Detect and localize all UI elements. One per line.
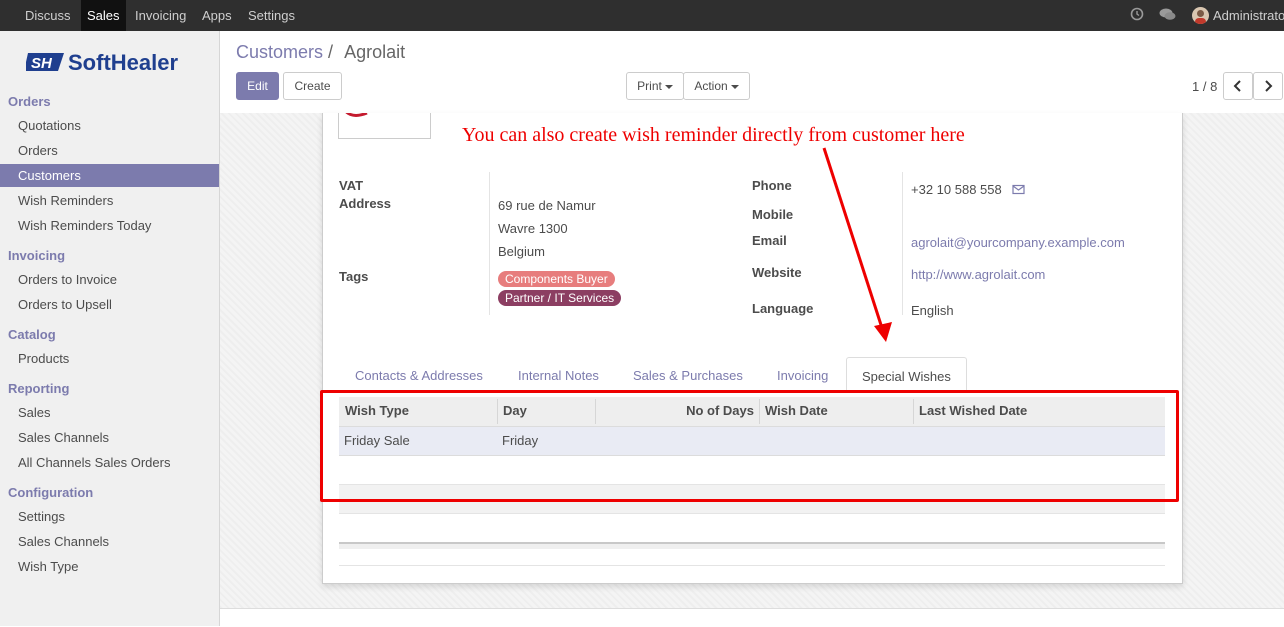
menu-apps[interactable]: Apps (196, 0, 238, 31)
print-dropdown[interactable]: Print (626, 72, 684, 100)
sidebar-section-catalog: Catalog (8, 327, 56, 342)
sidebar-item-orders[interactable]: Orders (0, 139, 219, 162)
top-navbar: Discuss Sales Invoicing Apps Settings Ad… (0, 0, 1284, 31)
sidebar-section-reporting: Reporting (8, 381, 70, 396)
activity-clock-icon[interactable] (1130, 7, 1144, 24)
sidebar-section-configuration: Configuration (8, 485, 94, 500)
chat-bubbles-icon[interactable] (1159, 7, 1176, 24)
mobile-label: Mobile (752, 207, 794, 222)
language-value: English (911, 303, 954, 318)
pager-next-button[interactable] (1253, 72, 1283, 100)
field-divider (902, 172, 903, 315)
user-name[interactable]: Administrato (1213, 0, 1284, 31)
edit-button[interactable]: Edit (236, 72, 279, 100)
address-city: Wavre 1300 (498, 221, 568, 236)
email-label: Email (752, 233, 787, 248)
pager-previous-button[interactable] (1223, 72, 1253, 100)
breadcrumb-current: Agrolait (344, 42, 406, 62)
sidebar-section-orders: Orders (8, 94, 51, 109)
field-divider (489, 172, 490, 315)
sidebar: SH SoftHealer Orders Quotations Orders C… (0, 31, 220, 626)
sidebar-item-products[interactable]: Products (0, 347, 219, 370)
chatter-area (220, 608, 1284, 627)
user-avatar[interactable] (1192, 7, 1209, 24)
table-bottom-line (339, 565, 1165, 566)
envelope-icon[interactable] (1012, 183, 1025, 198)
email-link[interactable]: agrolait@yourcompany.example.com (911, 235, 1125, 250)
softhealer-logo: SH SoftHealer (24, 49, 196, 78)
caret-down-icon (730, 84, 739, 89)
tab-contacts-addresses[interactable]: Contacts & Addresses (355, 357, 483, 393)
sidebar-item-wish-type[interactable]: Wish Type (0, 555, 219, 578)
menu-sales[interactable]: Sales (81, 0, 126, 31)
create-button[interactable]: Create (283, 72, 342, 100)
sidebar-item-config-sales-channels[interactable]: Sales Channels (0, 530, 219, 553)
address-country: Belgium (498, 244, 545, 259)
phone-label: Phone (752, 178, 792, 193)
website-link[interactable]: http://www.agrolait.com (911, 267, 1045, 282)
sidebar-item-sales[interactable]: Sales (0, 401, 219, 424)
sidebar-item-orders-to-invoice[interactable]: Orders to Invoice (0, 268, 219, 291)
phone-value[interactable]: +32 10 588 558 (911, 182, 1002, 197)
svg-text:SoftHealer: SoftHealer (68, 50, 178, 75)
menu-invoicing[interactable]: Invoicing (129, 0, 192, 31)
tag-components-buyer[interactable]: Components Buyer (498, 271, 615, 287)
sidebar-item-quotations[interactable]: Quotations (0, 114, 219, 137)
breadcrumb-separator: / (328, 42, 334, 62)
menu-settings[interactable]: Settings (242, 0, 301, 31)
sidebar-item-orders-to-upsell[interactable]: Orders to Upsell (0, 293, 219, 316)
customer-image[interactable] (338, 113, 431, 139)
tab-invoicing[interactable]: Invoicing (777, 357, 828, 393)
sidebar-item-customers[interactable]: Customers (0, 164, 219, 187)
highlight-box (320, 390, 1179, 502)
website-label: Website (752, 265, 802, 280)
table-empty-row (339, 514, 1165, 543)
chevron-right-icon (1265, 80, 1273, 92)
breadcrumb-customers[interactable]: Customers (236, 42, 323, 62)
tab-special-wishes[interactable]: Special Wishes (846, 357, 967, 393)
sidebar-item-wish-reminders-today[interactable]: Wish Reminders Today (0, 214, 219, 237)
sidebar-section-invoicing: Invoicing (8, 248, 66, 263)
sidebar-item-all-channels-sales-orders[interactable]: All Channels Sales Orders (0, 451, 219, 474)
chevron-left-icon (1233, 80, 1241, 92)
annotation-arrow (822, 147, 892, 342)
svg-text:SH: SH (31, 55, 53, 72)
pager-value[interactable]: 1 / 8 (1192, 79, 1217, 94)
menu-discuss[interactable]: Discuss (19, 0, 77, 31)
tab-internal-notes[interactable]: Internal Notes (518, 357, 599, 393)
sidebar-item-settings[interactable]: Settings (0, 505, 219, 528)
tab-sales-purchases[interactable]: Sales & Purchases (633, 357, 743, 393)
action-dropdown[interactable]: Action (683, 72, 750, 100)
sidebar-item-wish-reminders[interactable]: Wish Reminders (0, 189, 219, 212)
tags-label: Tags (339, 269, 369, 284)
language-label: Language (752, 301, 814, 316)
tag-partner-it-services[interactable]: Partner / IT Services (498, 290, 622, 306)
table-footer (339, 542, 1165, 549)
sidebar-item-sales-channels[interactable]: Sales Channels (0, 426, 219, 449)
address-label: Address (339, 196, 392, 211)
print-label: Print (637, 79, 662, 93)
vat-label: VAT (339, 178, 364, 193)
caret-down-icon (664, 84, 673, 89)
breadcrumb: Customers / Agrolait (236, 42, 405, 63)
action-label: Action (694, 79, 728, 93)
address-street: 69 rue de Namur (498, 198, 596, 213)
